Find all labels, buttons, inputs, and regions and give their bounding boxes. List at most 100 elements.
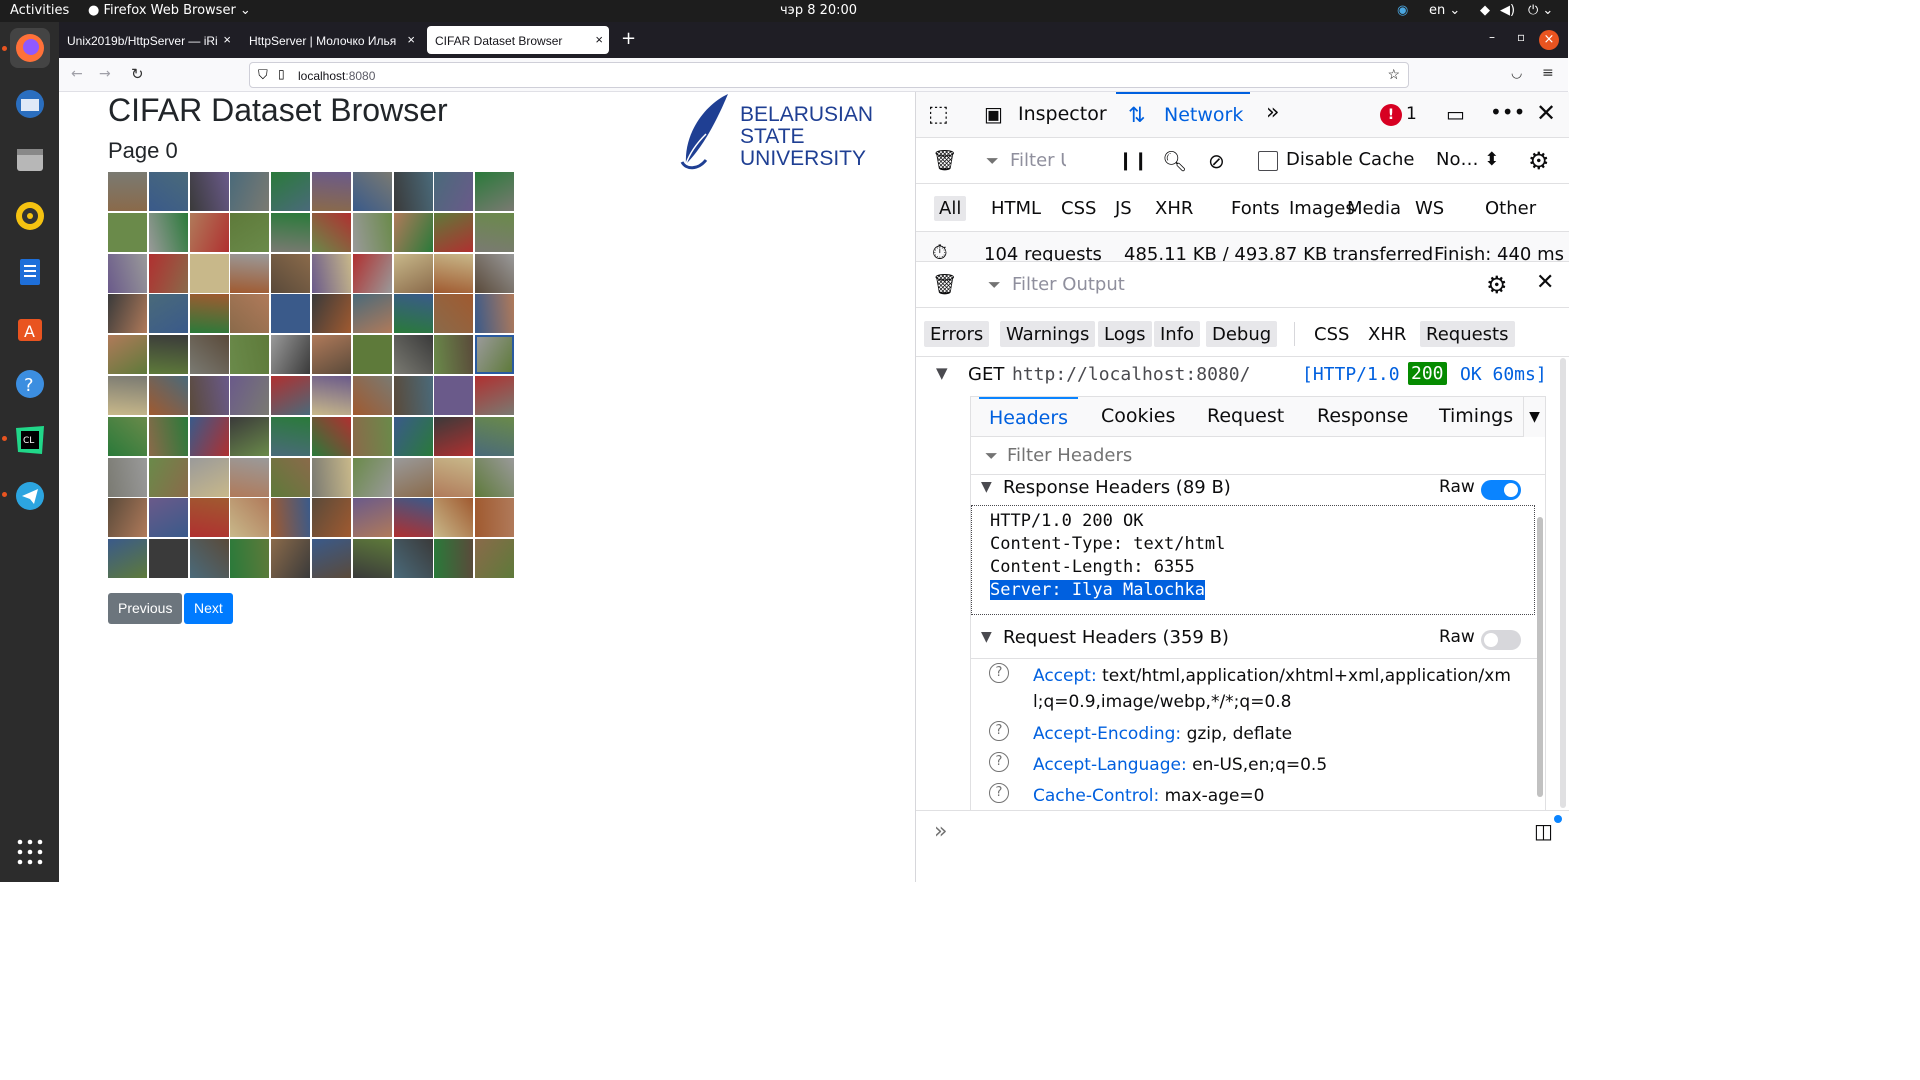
cifar-thumbnail[interactable] [230,416,270,456]
cifar-thumbnail[interactable] [434,212,474,252]
pause-icon[interactable]: ❙❙ [1118,150,1148,171]
cifar-thumbnail[interactable] [475,416,515,456]
type-filter-other[interactable]: Other [1480,196,1541,221]
cifar-thumbnail[interactable] [230,172,270,211]
cifar-thumbnail[interactable] [230,457,270,497]
reload-button[interactable]: ↻ [131,65,144,83]
cifar-thumbnail[interactable] [475,212,515,252]
cifar-thumbnail[interactable] [434,335,474,375]
cifar-thumbnail[interactable] [434,376,474,415]
console-settings-icon[interactable]: ⚙ [1486,271,1508,299]
cifar-thumbnail[interactable] [434,539,474,579]
cifar-thumbnail[interactable] [475,498,515,538]
cifar-thumbnail[interactable] [271,335,311,375]
clion-dock-icon[interactable]: CL [10,420,50,460]
type-filter-js[interactable]: JS [1110,196,1137,221]
cifar-thumbnail[interactable] [312,416,351,456]
cifar-thumbnail[interactable] [393,457,433,497]
collapse-arrow-icon[interactable]: ▼ [936,364,948,382]
cifar-thumbnail[interactable] [148,172,188,211]
cifar-thumbnail[interactable] [352,416,392,456]
level-filter-logs[interactable]: Logs [1098,321,1152,347]
menu-icon[interactable]: ≡ [1542,65,1554,81]
cifar-thumbnail[interactable] [230,335,270,375]
cifar-thumbnail[interactable] [393,172,433,211]
cifar-thumbnail[interactable] [108,253,147,293]
power-icon[interactable]: ⏻ ⌄ [1528,3,1553,18]
cifar-thumbnail[interactable] [189,253,229,293]
cifar-thumbnail[interactable] [271,212,311,252]
cifar-thumbnail[interactable] [352,294,392,334]
cifar-thumbnail[interactable] [312,457,351,497]
cifar-thumbnail[interactable] [393,539,433,579]
type-filter-html[interactable]: HTML [986,196,1046,221]
settings-gear-icon[interactable]: ⚙ [1528,147,1550,175]
responsive-mode-icon[interactable]: ▭ [1446,102,1465,126]
header-help-icon[interactable]: ? [989,752,1009,772]
url-bar[interactable]: ⛉ ▯ localhost:8080 ☆ [249,62,1409,88]
page-info-icon[interactable]: ▯ [278,67,285,81]
close-split-console-icon[interactable]: ✕ [1536,270,1554,295]
detail-tab-cookies[interactable]: Cookies [1091,397,1185,437]
filter-output-input[interactable]: Filter Output [1012,274,1125,295]
cifar-thumbnail[interactable] [352,376,392,415]
cifar-thumbnail[interactable] [475,294,515,334]
cifar-thumbnail[interactable] [148,294,188,334]
cifar-thumbnail[interactable] [230,376,270,415]
cifar-thumbnail[interactable] [434,457,474,497]
show-apps-icon[interactable] [10,832,50,872]
level-filter-errors[interactable]: Errors [924,321,990,347]
cifar-thumbnail[interactable] [393,335,433,375]
raw-toggle-off[interactable] [1481,630,1521,650]
cifar-thumbnail[interactable] [393,212,433,252]
filter-requests[interactable]: Requests [1420,321,1515,347]
close-tab-icon[interactable]: × [595,32,603,47]
cifar-thumbnail[interactable] [271,294,311,334]
cifar-thumbnail[interactable] [352,457,392,497]
element-picker-icon[interactable]: ⬚ [928,102,949,127]
cifar-thumbnail[interactable] [189,498,229,538]
detail-tab-headers[interactable]: Headers [979,397,1079,437]
cifar-thumbnail[interactable] [312,253,351,293]
detail-tab-response[interactable]: Response [1307,397,1418,437]
cifar-thumbnail[interactable] [108,539,147,579]
cifar-thumbnail[interactable] [189,416,229,456]
type-filter-xhr[interactable]: XHR [1150,196,1198,221]
tab-network[interactable]: ⇅ Network [1116,92,1250,138]
filter-urls-input[interactable]: Filter URLs [1010,150,1066,171]
tab-unix-httpserver[interactable]: Unix2019b/HttpServer — iRi × [59,26,237,54]
level-filter-info[interactable]: Info [1154,321,1201,347]
telegram-dock-icon[interactable] [10,476,50,516]
cifar-thumbnail[interactable] [393,294,433,334]
close-tab-icon[interactable]: × [407,32,415,47]
wifi-icon[interactable]: ◆ [1480,3,1490,18]
cifar-thumbnail[interactable] [148,416,188,456]
type-filter-fonts[interactable]: Fonts [1226,196,1285,221]
cifar-thumbnail[interactable] [148,457,188,497]
cifar-thumbnail[interactable] [434,498,474,538]
cifar-thumbnail[interactable] [312,376,351,415]
cifar-thumbnail[interactable] [393,498,433,538]
level-filter-warnings[interactable]: Warnings [1000,321,1096,347]
cifar-thumbnail[interactable] [148,212,188,252]
close-tab-icon[interactable]: × [223,32,231,47]
files-dock-icon[interactable] [10,140,50,180]
tab-httpserver-profile[interactable]: HttpServer | Молочко Илья × [241,26,421,54]
cifar-thumbnail[interactable] [475,172,515,211]
cifar-thumbnail[interactable] [108,416,147,456]
cifar-thumbnail[interactable] [352,498,392,538]
new-tab-button[interactable]: + [621,28,636,49]
cifar-thumbnail[interactable] [393,416,433,456]
language-indicator[interactable]: en ⌄ [1429,3,1460,18]
cifar-thumbnail[interactable] [312,172,351,211]
cifar-thumbnail[interactable] [271,172,311,211]
console-scrollbar[interactable] [1560,358,1566,808]
cifar-thumbnail[interactable] [352,335,392,375]
cifar-thumbnail[interactable] [312,294,351,334]
cifar-thumbnail[interactable] [434,294,474,334]
cifar-thumbnail[interactable] [108,376,147,415]
cifar-thumbnail[interactable] [148,335,188,375]
cifar-thumbnail[interactable] [108,457,147,497]
raw-toggle-on[interactable] [1481,480,1521,500]
cifar-thumbnail[interactable] [475,539,515,579]
